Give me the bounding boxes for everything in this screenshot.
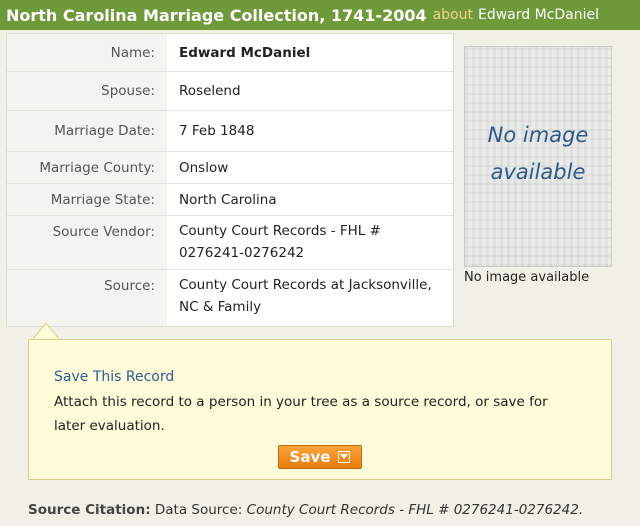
row-source-vendor: Source Vendor: County Court Records - FH… [7,216,453,270]
row-marriage-county: Marriage County: Onslow [7,152,453,184]
citation-value: County Court Records - FHL # 0276241-027… [246,502,584,518]
field-value-source: County Court Records at Jacksonville, NC… [179,277,432,315]
save-record-description: Attach this record to a person in your t… [54,394,548,434]
field-value-marriage-state: North Carolina [179,191,277,208]
field-label: Source Vendor: [7,216,167,269]
collection-title[interactable]: North Carolina Marriage Collection, 1741… [6,6,427,25]
panel-pointer [32,322,60,340]
field-label: Marriage State: [7,184,167,215]
save-record-title: Save This Record [54,369,175,385]
no-image-line-2: available [490,160,586,184]
chevron-down-icon[interactable] [338,451,351,463]
title-bar: North Carolina Marriage Collection, 1741… [0,0,640,30]
field-value-spouse: Roselend [179,83,241,99]
field-label: Marriage Date: [7,111,167,151]
about-label: about [432,7,473,23]
record-details-table: Name: Edward McDaniel Spouse: Roselend M… [6,33,454,327]
no-image-line-1: No image [487,123,589,147]
row-name: Name: Edward McDaniel [7,34,453,72]
citation-label: Source Citation: [28,502,151,518]
field-value-source-vendor: County Court Records - FHL # 0276241-027… [179,223,381,261]
save-button[interactable]: Save [278,445,362,469]
row-marriage-date: Marriage Date: 7 Feb 1848 [7,111,453,152]
row-source: Source: County Court Records at Jacksonv… [7,270,453,326]
save-button-label: Save [289,448,331,466]
field-value-marriage-county: Onslow [179,159,229,176]
field-label: Name: [7,34,167,71]
save-record-panel: Save This Record Attach this record to a… [28,339,612,480]
citation-prefix: Data Source: [154,502,243,518]
no-image-overlay: No image available [465,117,611,191]
source-citation: Source Citation: Data Source: County Cou… [28,502,583,518]
person-name-heading: Edward McDaniel [478,7,600,23]
field-value-marriage-date: 7 Feb 1848 [179,123,255,139]
field-label: Marriage County: [7,152,167,183]
record-image-placeholder: No image available [464,46,612,267]
row-marriage-state: Marriage State: North Carolina [7,184,453,216]
row-spouse: Spouse: Roselend [7,72,453,111]
field-value-name: Edward McDaniel [179,44,311,61]
field-label: Source: [7,270,167,326]
field-label: Spouse: [7,72,167,110]
image-caption: No image available [464,270,590,285]
